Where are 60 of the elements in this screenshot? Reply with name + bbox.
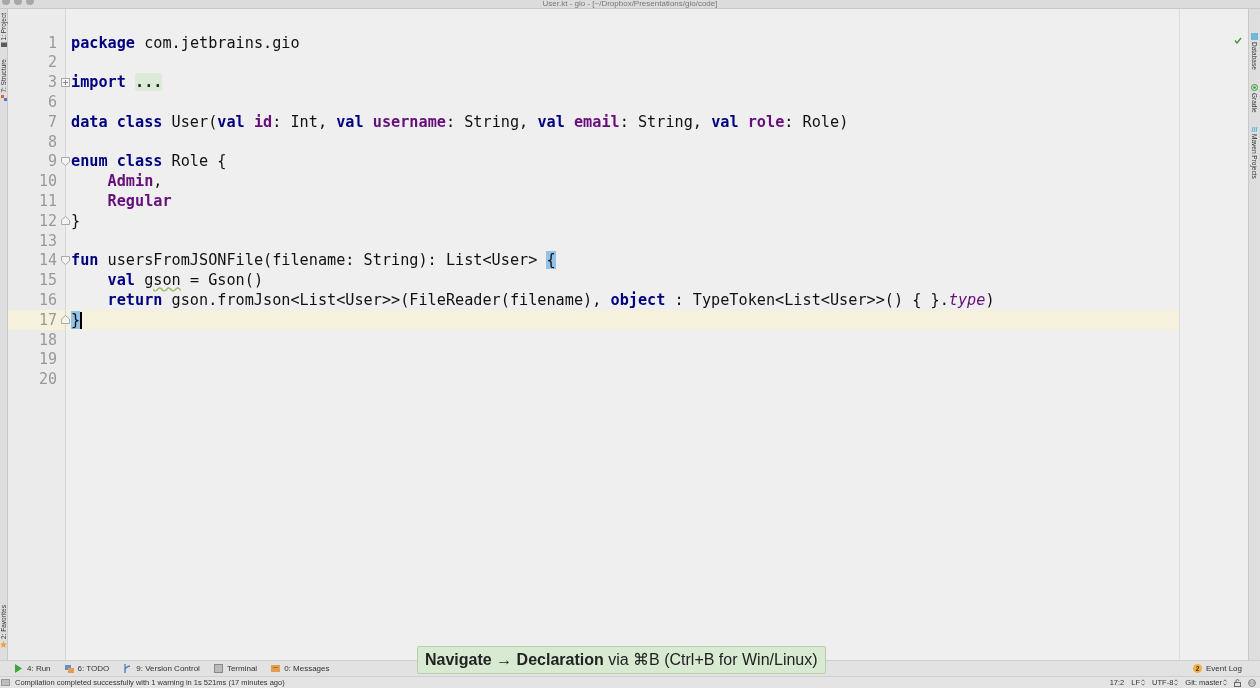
tooltip: Navigate → Declaration via ⌘B (Ctrl+B for Win/Linux) [417,646,826,674]
fold-marker-icon[interactable] [61,156,70,166]
code-line: Regular [106,190,172,212]
code-line: Admin, [106,171,163,193]
line-number: 18 [38,329,57,351]
run-icon [14,664,23,673]
event-log-label: Event Log [1205,662,1242,675]
tool-window-button[interactable]: 0: Messages [271,662,330,675]
line-number: 20 [38,369,57,391]
line-number: 9 [47,151,57,173]
structure-icon [0,95,7,102]
line-number: 1 [47,32,57,54]
tool-window-button[interactable]: 6: TODO [64,662,110,675]
line-number: 2 [47,52,57,74]
line-number: 17 [38,309,57,331]
up-down-icon [1174,679,1179,686]
lock-icon[interactable] [1234,678,1241,687]
line-number: 19 [38,349,57,371]
fold-marker-icon[interactable] [61,77,70,87]
line-number: 11 [38,191,57,213]
fold-marker-icon[interactable] [61,315,70,325]
messages-icon [271,664,281,673]
gradle-icon [1251,83,1258,91]
line-number: 3 [47,72,57,94]
line-number: 10 [38,171,57,193]
code-line: enum class Role { [71,151,227,173]
code-line: fun usersFromJSONFile(filename: String): List<User> { [71,250,556,272]
branch-icon [123,664,133,673]
line-number: 16 [38,290,57,311]
up-down-icon [1141,679,1146,686]
fold-marker-icon[interactable] [61,255,70,265]
line-number: 12 [38,210,57,232]
code-line: data class User(val id: Int, val username: String, val email: String, val role: Role) [71,111,849,133]
todo-icon [64,664,74,673]
up-down-icon [1223,679,1227,686]
check-icon [1234,37,1242,44]
code-line: import ... [71,72,163,94]
code-line: return gson.fromJson<List<User>>(FileReader(filename), object : TypeToken<List<User>>() { }.type) [106,289,995,311]
window-title: User.kt - gio - [~/Dropbox/Presentations/gio/code] [542,0,718,8]
terminal-icon [213,664,223,673]
tool-window-button[interactable]: 9: Version Control [123,662,200,675]
code-line: } [71,210,81,232]
star-icon [0,641,7,648]
line-number: 13 [38,230,57,252]
folder-icon [0,42,7,48]
fold-marker-icon[interactable] [61,216,70,226]
status-icon[interactable] [1,679,10,686]
inspection-icon[interactable] [1248,678,1256,687]
maven-icon [1251,126,1258,133]
database-icon [1251,33,1258,40]
line-number: 15 [38,270,57,292]
line-number: 14 [38,250,57,272]
code-line: val gson = Gson() [106,270,264,292]
text-caret [80,311,82,329]
line-number: 6 [47,92,57,114]
code-line: package com.jetbrains.gio [71,32,300,54]
tool-window-button[interactable]: Terminal [213,662,258,675]
line-number: 8 [47,131,57,153]
line-number: 7 [47,111,57,133]
tool-window-button[interactable]: 4: Run [14,662,51,675]
